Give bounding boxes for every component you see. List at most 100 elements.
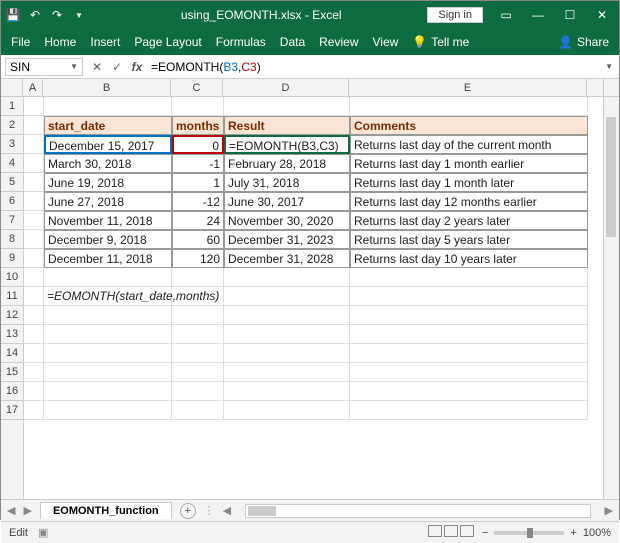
tell-me[interactable]: 💡 Tell me xyxy=(412,35,469,49)
undo-icon[interactable]: ↶ xyxy=(27,7,43,23)
cell-b13[interactable] xyxy=(44,325,172,344)
formula-input[interactable]: =EOMONTH(B3,C3) xyxy=(147,60,605,74)
cell-c15[interactable] xyxy=(172,363,224,382)
cell-a14[interactable] xyxy=(24,344,44,363)
cell-c10[interactable] xyxy=(172,268,224,287)
cell-a1[interactable] xyxy=(24,97,44,116)
cell-b17[interactable] xyxy=(44,401,172,420)
view-buttons[interactable] xyxy=(428,525,476,540)
cell-e13[interactable] xyxy=(350,325,588,344)
cell-d13[interactable] xyxy=(224,325,350,344)
qat-dropdown-icon[interactable]: ▼ xyxy=(71,7,87,23)
save-icon[interactable]: 💾 xyxy=(5,7,21,23)
cancel-formula-icon[interactable]: ✕ xyxy=(87,60,107,74)
tab-view[interactable]: View xyxy=(373,35,399,49)
cell-d6[interactable]: June 30, 2017 xyxy=(224,192,350,211)
zoom-in-icon[interactable]: + xyxy=(570,527,576,539)
cell-a12[interactable] xyxy=(24,306,44,325)
macro-record-icon[interactable]: ▣ xyxy=(38,526,48,539)
col-header-c[interactable]: C xyxy=(171,79,223,96)
cell-a13[interactable] xyxy=(24,325,44,344)
cell-c3[interactable]: 0 xyxy=(172,135,224,154)
cell-d2[interactable]: Result xyxy=(224,116,350,135)
row-header-15[interactable]: 15 xyxy=(1,363,23,382)
cell-e15[interactable] xyxy=(350,363,588,382)
cell-b3[interactable]: December 15, 2017 xyxy=(44,135,172,154)
row-header-16[interactable]: 16 xyxy=(1,382,23,401)
vertical-scrollbar[interactable] xyxy=(603,97,619,499)
cell-d11[interactable] xyxy=(224,287,350,306)
close-icon[interactable]: ✕ xyxy=(589,5,615,25)
cell-a8[interactable] xyxy=(24,230,44,249)
cell-e2[interactable]: Comments xyxy=(350,116,588,135)
cell-a15[interactable] xyxy=(24,363,44,382)
cell-a3[interactable] xyxy=(24,135,44,154)
cell-c9[interactable]: 120 xyxy=(172,249,224,268)
cell-c4[interactable]: -1 xyxy=(172,154,224,173)
sheet-nav-prev-icon[interactable]: ◀ xyxy=(7,504,15,517)
row-header-10[interactable]: 10 xyxy=(1,268,23,287)
row-header-3[interactable]: 3 xyxy=(1,135,23,154)
cell-e10[interactable] xyxy=(350,268,588,287)
cell-a2[interactable] xyxy=(24,116,44,135)
tab-data[interactable]: Data xyxy=(280,35,305,49)
row-header-4[interactable]: 4 xyxy=(1,154,23,173)
cell-a10[interactable] xyxy=(24,268,44,287)
maximize-icon[interactable]: ☐ xyxy=(557,5,583,25)
cell-c2[interactable]: months xyxy=(172,116,224,135)
cell-d3[interactable]: =EOMONTH(B3,C3) xyxy=(224,135,350,154)
name-box[interactable]: SIN ▼ xyxy=(5,58,83,76)
cell-d14[interactable] xyxy=(224,344,350,363)
cell-c11[interactable] xyxy=(172,287,224,306)
cell-a5[interactable] xyxy=(24,173,44,192)
zoom-out-icon[interactable]: − xyxy=(482,527,488,539)
cell-d15[interactable] xyxy=(224,363,350,382)
cell-e8[interactable]: Returns last day 5 years later xyxy=(350,230,588,249)
hscroll-left-icon[interactable]: ◀ xyxy=(223,504,231,517)
zoom-slider[interactable] xyxy=(494,531,564,535)
cell-a11[interactable] xyxy=(24,287,44,306)
row-header-14[interactable]: 14 xyxy=(1,344,23,363)
tab-review[interactable]: Review xyxy=(319,35,358,49)
vscroll-thumb[interactable] xyxy=(606,117,616,237)
tab-insert[interactable]: Insert xyxy=(90,35,120,49)
cell-b9[interactable]: December 11, 2018 xyxy=(44,249,172,268)
cell-e16[interactable] xyxy=(350,382,588,401)
cell-d4[interactable]: February 28, 2018 xyxy=(224,154,350,173)
sheet-tab-active[interactable]: EOMONTH_function xyxy=(40,502,172,519)
sheet-nav-next-icon[interactable]: ▶ xyxy=(23,504,31,517)
tab-file[interactable]: File xyxy=(11,35,30,49)
cell-b4[interactable]: March 30, 2018 xyxy=(44,154,172,173)
hscroll-right-icon[interactable]: ▶ xyxy=(605,504,613,517)
cell-d17[interactable] xyxy=(224,401,350,420)
cell-b1[interactable] xyxy=(44,97,172,116)
cell-c8[interactable]: 60 xyxy=(172,230,224,249)
fx-icon[interactable]: fx xyxy=(127,60,147,74)
cell-d8[interactable]: December 31, 2023 xyxy=(224,230,350,249)
select-all-corner[interactable] xyxy=(1,79,23,97)
col-header-d[interactable]: D xyxy=(223,79,349,96)
hscroll-thumb[interactable] xyxy=(248,506,276,516)
new-sheet-icon[interactable]: + xyxy=(180,503,196,519)
tab-formulas[interactable]: Formulas xyxy=(216,35,266,49)
cell-c13[interactable] xyxy=(172,325,224,344)
cell-e6[interactable]: Returns last day 12 months earlier xyxy=(350,192,588,211)
horizontal-scrollbar[interactable] xyxy=(245,504,590,518)
cell-c14[interactable] xyxy=(172,344,224,363)
tab-page-layout[interactable]: Page Layout xyxy=(134,35,201,49)
cell-e3[interactable]: Returns last day of the current month xyxy=(350,135,588,154)
cell-a17[interactable] xyxy=(24,401,44,420)
cell-b7[interactable]: November 11, 2018 xyxy=(44,211,172,230)
cell-a4[interactable] xyxy=(24,154,44,173)
col-header-a[interactable]: A xyxy=(23,79,43,96)
cell-grid[interactable]: start_date months Result Comments Decemb… xyxy=(24,97,603,499)
row-header-11[interactable]: 11 xyxy=(1,287,23,306)
cell-a7[interactable] xyxy=(24,211,44,230)
cell-a6[interactable] xyxy=(24,192,44,211)
col-header-b[interactable]: B xyxy=(43,79,171,96)
share-button[interactable]: 👤 Share xyxy=(558,35,609,49)
col-header-e[interactable]: E xyxy=(349,79,587,96)
cell-d10[interactable] xyxy=(224,268,350,287)
cell-e1[interactable] xyxy=(350,97,588,116)
cell-b2[interactable]: start_date xyxy=(44,116,172,135)
